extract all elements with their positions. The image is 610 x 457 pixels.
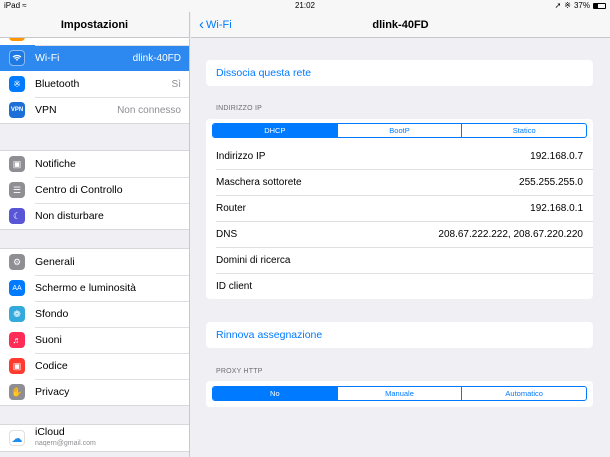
sidebar-item-bluetooth[interactable]: ※ Bluetooth Sì [0, 71, 189, 97]
sidebar-group-notifications: ▣ Notifiche ☰ Centro di Controllo ☾ Non … [0, 150, 189, 230]
router-row[interactable]: Router 192.168.0.1 [206, 195, 593, 221]
status-bar: iPad ≈ 21:02 ➚ ※ 37% [0, 0, 610, 12]
forget-network-button[interactable]: Dissocia questa rete [206, 60, 593, 86]
segment-dhcp[interactable]: DHCP [213, 124, 337, 137]
sound-icon: ♬ [9, 332, 25, 348]
row-value: 208.67.222.222, 208.67.220.220 [438, 228, 583, 240]
sidebar-item-do-not-disturb[interactable]: ☾ Non disturbare [0, 203, 189, 229]
brightness-icon: AA [9, 280, 25, 296]
bluetooth-status-icon: ※ [564, 1, 571, 10]
moon-icon: ☾ [9, 208, 25, 224]
sidebar-item-notifications[interactable]: ▣ Notifiche [0, 151, 189, 177]
row-label: Indirizzo IP [216, 150, 266, 162]
navigation-bar: ‹ Wi-Fi dlink-40FD [191, 12, 610, 38]
cloud-icon: ☁ [9, 430, 25, 446]
back-button[interactable]: ‹ Wi-Fi [199, 12, 232, 38]
sidebar-item-label: Wi-Fi [35, 52, 60, 64]
ip-mode-segmented-control: DHCP BootP Statico [212, 123, 587, 138]
renew-lease-card: Rinnova assegnazione [206, 322, 593, 348]
sidebar-item-vpn[interactable]: VPN VPN Non connesso [0, 97, 189, 123]
sidebar-item-passcode[interactable]: ▣ Codice [0, 353, 189, 379]
forget-network-card: Dissocia questa rete [206, 60, 593, 86]
sidebar-item-label: Codice [35, 360, 68, 372]
sidebar-item-wifi[interactable]: Wi-Fi dlink-40FD [0, 45, 189, 71]
proxy-card: No Manuale Automatico [206, 381, 593, 407]
sidebar-item-label: Bluetooth [35, 78, 80, 90]
sidebar-item-label: Suoni [35, 334, 62, 346]
wallpaper-icon: ❁ [9, 306, 25, 322]
sidebar-item-label: iCloud [35, 426, 65, 438]
battery-percent: 37% [573, 1, 590, 10]
vpn-icon: VPN [9, 102, 25, 118]
page-title: dlink-40FD [372, 19, 429, 31]
sidebar-item-value: dlink-40FD [132, 52, 181, 64]
sidebar-item-label: Non disturbare [35, 210, 104, 222]
control-center-icon: ☰ [9, 182, 25, 198]
battery-icon [593, 2, 606, 9]
chevron-left-icon: ‹ [199, 16, 204, 33]
segment-bootp[interactable]: BootP [336, 124, 462, 137]
lock-icon: ▣ [9, 358, 25, 374]
sidebar-item-icloud[interactable]: ☁ iCloud naqern@gmail.com [0, 425, 189, 451]
sidebar-group-general: ⚙ Generali AA Schermo e luminosità ❁ Sfo… [0, 248, 189, 406]
row-label: Maschera sottorete [216, 176, 302, 188]
sidebar-title: Impostazioni [0, 12, 189, 38]
sidebar-item-label: Sfondo [35, 308, 69, 320]
segment-proxy-off[interactable]: No [213, 387, 337, 400]
row-label: Router [216, 202, 247, 214]
sidebar-item-privacy[interactable]: ✋ Privacy [0, 379, 189, 405]
location-icon: ➚ [554, 1, 562, 10]
sidebar-item-label: Notifiche [35, 158, 76, 170]
row-label: ID client [216, 280, 253, 292]
segment-proxy-auto[interactable]: Automatico [461, 387, 586, 400]
ip-address-card: DHCP BootP Statico Indirizzo IP 192.168.… [206, 119, 593, 299]
row-label: Domini di ricerca [216, 254, 291, 266]
proxy-section-label: PROXY HTTP [216, 368, 263, 375]
subnet-mask-row[interactable]: Maschera sottorete 255.255.255.0 [206, 169, 593, 195]
wifi-detail-panel: ‹ Wi-Fi dlink-40FD Dissocia questa rete … [191, 12, 610, 457]
row-value: 192.168.0.7 [530, 150, 583, 162]
client-id-row[interactable]: ID client [206, 273, 593, 299]
row-value: 255.255.255.0 [519, 176, 583, 188]
sidebar-item-partial [0, 33, 189, 45]
renew-lease-button[interactable]: Rinnova assegnazione [206, 322, 593, 348]
search-domains-row[interactable]: Domini di ricerca [206, 247, 593, 273]
sidebar-item-wallpaper[interactable]: ❁ Sfondo [0, 301, 189, 327]
sidebar-item-label: Schermo e luminosità [35, 282, 136, 294]
gear-icon: ⚙ [9, 254, 25, 270]
back-label: Wi-Fi [206, 19, 232, 31]
ip-section-label: INDIRIZZO IP [216, 105, 262, 112]
wifi-icon [9, 50, 25, 66]
sidebar-item-display-brightness[interactable]: AA Schermo e luminosità [0, 275, 189, 301]
sidebar-item-sounds[interactable]: ♬ Suoni [0, 327, 189, 353]
sidebar-item-label: Centro di Controllo [35, 184, 123, 196]
segment-static[interactable]: Statico [461, 124, 586, 137]
row-value: 192.168.0.1 [530, 202, 583, 214]
dns-row[interactable]: DNS 208.67.222.222, 208.67.220.220 [206, 221, 593, 247]
sidebar-item-label: VPN [35, 104, 57, 116]
sidebar-item-value: Non connesso [117, 104, 181, 116]
ip-mode-segment-wrap: DHCP BootP Statico [206, 119, 593, 143]
status-right: ➚ ※ 37% [555, 1, 606, 10]
ip-address-row[interactable]: Indirizzo IP 192.168.0.7 [206, 143, 593, 169]
bluetooth-icon: ※ [9, 76, 25, 92]
segment-proxy-manual[interactable]: Manuale [336, 387, 462, 400]
hand-icon: ✋ [9, 384, 25, 400]
sidebar-item-general[interactable]: ⚙ Generali [0, 249, 189, 275]
sidebar-group-icloud: ☁ iCloud naqern@gmail.com [0, 424, 189, 452]
sidebar-item-control-center[interactable]: ☰ Centro di Controllo [0, 177, 189, 203]
notifications-icon: ▣ [9, 156, 25, 172]
sidebar-item-value: Sì [171, 78, 181, 90]
settings-sidebar: Impostazioni Wi-Fi dlink-40FD ※ Bluetoot… [0, 12, 190, 457]
row-label: DNS [216, 228, 238, 240]
proxy-mode-segmented-control: No Manuale Automatico [212, 386, 587, 401]
status-time: 21:02 [294, 1, 316, 10]
sidebar-item-label: Privacy [35, 386, 70, 398]
sidebar-group-network: Wi-Fi dlink-40FD ※ Bluetooth Sì VPN VPN … [0, 29, 189, 124]
sidebar-item-email: naqern@gmail.com [35, 440, 96, 447]
sidebar-item-label: Generali [35, 256, 75, 268]
